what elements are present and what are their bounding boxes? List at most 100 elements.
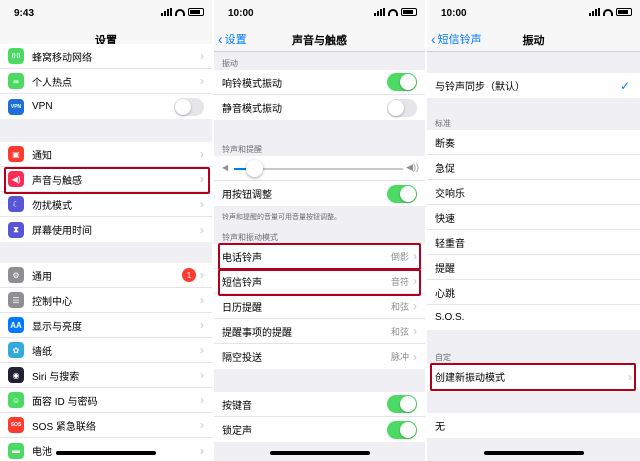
row-label: SOS 紧急联络: [32, 421, 96, 433]
chevron-right-icon: ›: [200, 293, 204, 307]
volume-low-icon: ◀: [222, 163, 229, 172]
chevron-right-icon: ›: [200, 268, 204, 282]
change-with-buttons-toggle[interactable]: [387, 184, 417, 203]
row-label: 个人热点: [32, 77, 72, 89]
chevron-right-icon: ›: [200, 343, 204, 357]
vpn-toggle[interactable]: [174, 97, 204, 116]
vibration-option-row[interactable]: 交响乐: [427, 180, 640, 205]
row-label: 通用: [32, 271, 52, 283]
toggle-row[interactable]: 响铃模式振动: [214, 70, 425, 95]
vibration-option-row[interactable]: S.O.S.: [427, 305, 640, 330]
row-label: 面容 ID 与密码: [32, 396, 98, 408]
row-label: 急促: [435, 163, 455, 175]
row-label: 屏幕使用时间: [32, 226, 92, 237]
row-label: 交响乐: [435, 188, 465, 200]
standard-group: 断奏急促交响乐快速 轻重音提醒心跳 S.O.S.: [427, 130, 640, 330]
sync-group: 与铃声同步（默认） ✓: [427, 73, 640, 98]
settings-row[interactable]: AA 显示与亮度 ›: [0, 313, 212, 338]
status-icons: [161, 8, 204, 16]
chevron-right-icon: ›: [200, 197, 204, 211]
switch-toggle[interactable]: [387, 420, 417, 439]
toggle-knob: [175, 98, 191, 115]
screens: 9:43 设置 ((·)) 蜂窝移动网络 › ∞ 个人热点 › VPN VPN ▣ 通知 › ◀) 声…: [0, 0, 640, 461]
section-header-ringer: 铃声和提醒: [222, 145, 262, 154]
battery-status-icon: [188, 8, 204, 16]
vibration-option-row[interactable]: 轻重音: [427, 230, 640, 255]
toggle-knob: [400, 74, 416, 90]
gear-icon: ⚙: [8, 267, 24, 283]
row-label: 响铃模式振动: [222, 78, 282, 90]
vibration-option-row[interactable]: 提醒: [427, 255, 640, 280]
nav-bar: ‹ 设置 声音与触感: [214, 24, 425, 52]
row-label: 与铃声同步（默认）: [435, 82, 525, 93]
settings-row[interactable]: ▬ 电池 ›: [0, 438, 212, 461]
section-header-vibrate: 振动: [222, 59, 238, 68]
chevron-right-icon: ›: [413, 349, 417, 364]
status-bar: 10:00: [214, 0, 425, 24]
status-time: 9:43: [14, 8, 35, 19]
hotspot-icon: ∞: [8, 73, 24, 89]
switch-toggle[interactable]: [387, 73, 417, 91]
chevron-right-icon: ›: [200, 49, 204, 63]
tone-row[interactable]: 提醒事项的提醒 和弦 ›: [214, 319, 425, 344]
settings-row[interactable]: ☾ 勿扰模式 ›: [0, 192, 212, 217]
toggle-row[interactable]: 锁定声: [214, 417, 425, 442]
switch-toggle[interactable]: [387, 98, 417, 117]
settings-row[interactable]: ⚙ 通用 1 ›: [0, 263, 212, 288]
highlight-ringtone-row: [218, 243, 421, 270]
highlight-create-new-row: [430, 363, 636, 391]
notification-badge: 1: [182, 268, 196, 282]
settings-row[interactable]: ◉ Siri 与搜索 ›: [0, 363, 212, 388]
chevron-right-icon: ›: [200, 147, 204, 161]
change-with-buttons-row[interactable]: 用按钮调整: [214, 181, 425, 206]
status-bar: 9:43: [0, 0, 212, 24]
status-icons: [374, 8, 417, 16]
ringer-group: ◀ ◀)) 用按钮调整: [214, 156, 425, 206]
settings-row[interactable]: ☺ 面容 ID 与密码 ›: [0, 388, 212, 413]
settings-row[interactable]: ∞ 个人热点 ›: [0, 69, 212, 94]
row-label: 提醒事项的提醒: [222, 327, 292, 339]
settings-row[interactable]: SOS SOS 紧急联络 ›: [0, 413, 212, 438]
row-label: Siri 与搜索: [32, 371, 80, 383]
vibration-panel: 10:00 ‹ 短信铃声 振动 与铃声同步（默认） ✓ 标准 断奏 急促 交响乐 快速轻…: [427, 0, 640, 461]
settings-row[interactable]: VPN VPN: [0, 94, 212, 119]
status-bar: 10:00: [427, 0, 640, 24]
vibration-option-row[interactable]: 断奏: [427, 130, 640, 155]
vibration-option-row[interactable]: 心跳: [427, 280, 640, 305]
ringer-volume-slider[interactable]: ◀ ◀)): [214, 156, 425, 181]
signal-icon: [589, 8, 600, 16]
volume-high-icon: ◀)): [406, 162, 419, 172]
tone-row[interactable]: 日历提醒 和弦 ›: [214, 294, 425, 319]
row-label: 日历提醒: [222, 302, 262, 314]
page-title: 声音与触感: [292, 35, 347, 47]
battery-icon: ▬: [8, 442, 24, 459]
home-indicator: [269, 451, 370, 455]
settings-row[interactable]: ✿ 墙纸 ›: [0, 338, 212, 363]
page-title: 振动: [522, 35, 545, 47]
row-label: 隔空投送: [222, 353, 262, 364]
none-row[interactable]: 无: [427, 413, 640, 438]
settings-row[interactable]: ⧗ 屏幕使用时间 ›: [0, 217, 212, 242]
tone-row[interactable]: 隔空投送 脉冲 ›: [214, 344, 425, 369]
slider-thumb[interactable]: [246, 160, 263, 177]
toggle-knob: [400, 421, 416, 438]
vibrate-group: 响铃模式振动静音模式振动: [214, 70, 425, 120]
switch-toggle[interactable]: [387, 395, 417, 413]
cellular-icon: ((·)): [8, 48, 24, 64]
row-label: 提醒: [435, 263, 455, 275]
settings-row[interactable]: ▣ 通知 ›: [0, 142, 212, 167]
vibration-option-row[interactable]: 急促: [427, 155, 640, 180]
chevron-right-icon: ›: [200, 368, 204, 382]
wifi-icon: [388, 8, 398, 16]
status-icons: [589, 8, 632, 16]
toggle-row[interactable]: 静音模式振动: [214, 95, 425, 120]
section-header-standard: 标准: [435, 119, 451, 128]
settings-row[interactable]: ((·)) 蜂窝移动网络 ›: [0, 44, 212, 69]
settings-row[interactable]: ☰ 控制中心 ›: [0, 288, 212, 313]
toggle-knob: [400, 396, 416, 412]
toggle-row[interactable]: 按键音: [214, 392, 425, 417]
vibration-option-row[interactable]: 快速: [427, 205, 640, 230]
section-header-patterns: 铃声和振动模式: [222, 233, 278, 242]
sync-with-ringtone-row[interactable]: 与铃声同步（默认） ✓: [427, 73, 640, 98]
row-label: 按键音: [222, 400, 252, 412]
